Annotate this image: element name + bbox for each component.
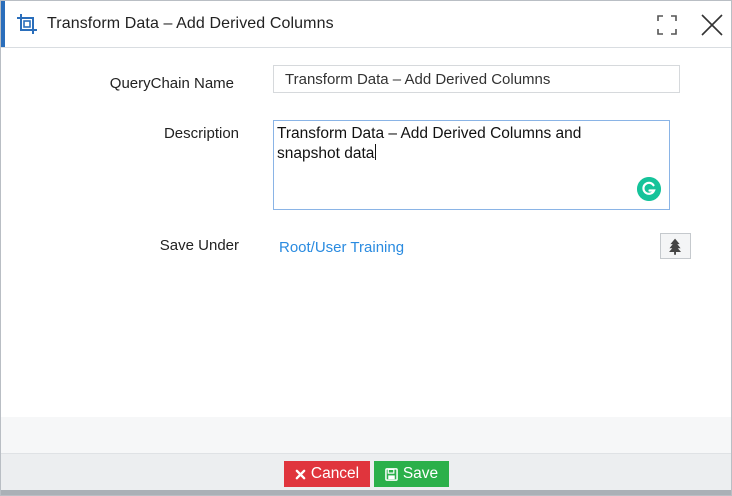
cancel-label: Cancel <box>310 465 360 482</box>
dialog-footer: Cancel Save <box>1 453 731 490</box>
titlebar-accent <box>1 1 5 47</box>
floppy-disk-icon <box>385 467 398 481</box>
dialog-title: Transform Data – Add Derived Columns <box>47 15 334 32</box>
dialog-bottom-edge <box>1 490 731 495</box>
dialog-titlebar: Transform Data – Add Derived Columns <box>1 1 731 48</box>
description-textarea[interactable]: Transform Data – Add Derived Columns and… <box>273 120 670 210</box>
dialog: Transform Data – Add Derived Columns Que… <box>0 0 732 496</box>
cancel-button[interactable]: Cancel <box>284 461 370 487</box>
description-label: Description <box>163 125 239 142</box>
save-button[interactable]: Save <box>374 461 449 487</box>
tree-icon <box>669 238 682 255</box>
save-label: Save <box>402 465 439 482</box>
x-icon <box>295 469 306 479</box>
querychain-name-input[interactable] <box>273 65 680 93</box>
tree-browse-button[interactable] <box>660 233 691 259</box>
dialog-body-bottom <box>1 417 731 453</box>
querychain-name-label: QueryChain Name <box>109 75 234 92</box>
maximize-icon[interactable] <box>655 14 679 36</box>
save-under-label: Save Under <box>159 237 239 254</box>
crop-icon <box>17 14 37 34</box>
description-text: Transform Data – Add Derived Columns and… <box>277 125 582 162</box>
close-icon[interactable] <box>700 13 724 37</box>
text-caret <box>375 144 377 160</box>
grammarly-icon[interactable] <box>637 177 661 201</box>
save-under-path-link[interactable]: Root/User Training <box>279 239 404 256</box>
